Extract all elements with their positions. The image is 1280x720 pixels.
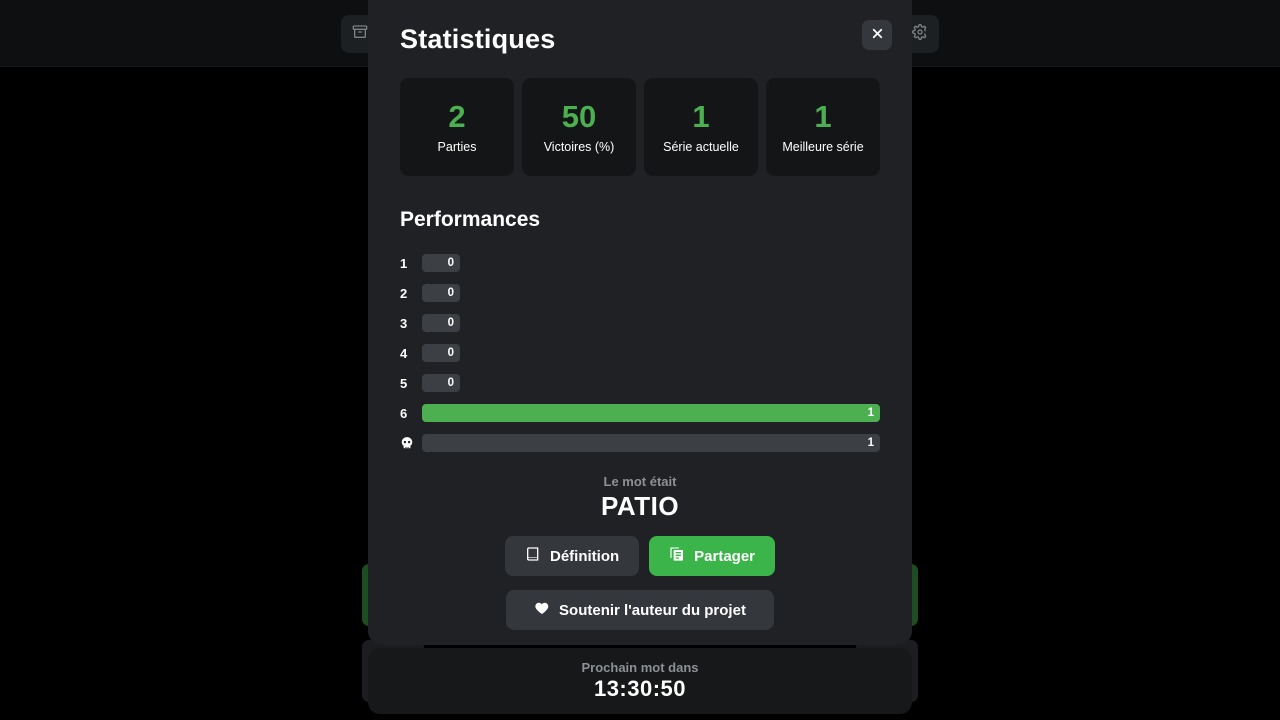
perf-bar: 0 — [422, 284, 460, 302]
stat-label: Parties — [437, 139, 477, 154]
modal-header: Statistiques — [400, 0, 892, 78]
perf-row-key: 1 — [400, 255, 408, 271]
close-icon — [871, 27, 884, 43]
stat-card-victoires: 50 Victoires (%) — [522, 78, 636, 176]
countdown-label: Prochain mot dans — [581, 660, 699, 675]
perf-count: 0 — [447, 287, 454, 299]
perf-bar: 0 — [422, 314, 460, 332]
page-title: Statistiques — [400, 23, 556, 54]
perf-row-track: 1 — [422, 434, 880, 452]
perf-row-key: 3 — [400, 315, 408, 331]
stat-value: 2 — [448, 98, 466, 134]
perf-bar: 0 — [422, 374, 460, 392]
perf-row-key: 6 — [400, 405, 408, 421]
statistics-modal: Statistiques 2 Parties 50 Victoires (%) … — [368, 0, 912, 645]
perf-bar: 0 — [422, 254, 460, 272]
stat-value: 1 — [814, 98, 832, 134]
stat-label: Meilleure série — [782, 139, 864, 154]
definition-label: Définition — [549, 547, 620, 565]
share-button[interactable]: Partager — [649, 536, 776, 576]
perf-row-track: 0 — [422, 284, 880, 302]
stats-summary: 2 Parties 50 Victoires (%) 1 Série actue… — [400, 78, 880, 176]
book-icon — [525, 546, 541, 566]
perf-count: 0 — [447, 377, 454, 389]
perf-bar: 1 — [422, 404, 880, 422]
close-button[interactable] — [862, 20, 892, 50]
stat-card-parties: 2 Parties — [400, 78, 514, 176]
stat-value: 50 — [561, 98, 597, 134]
share-label: Partager — [694, 547, 756, 565]
perf-count: 0 — [447, 317, 454, 329]
perf-row: 1 0 — [400, 248, 880, 278]
definition-button[interactable]: Définition — [504, 536, 640, 576]
word-reveal-value: PATIO — [600, 491, 680, 521]
word-reveal: Le mot était PATIO — [400, 474, 880, 522]
perf-row-key: 5 — [400, 375, 408, 391]
heart-icon — [534, 600, 550, 620]
word-reveal-prefix: Le mot était — [603, 474, 677, 489]
perf-row: 4 0 — [400, 338, 880, 368]
perf-bar: 0 — [422, 344, 460, 362]
stat-card-meilleure-serie: 1 Meilleure série — [766, 78, 880, 176]
copy-icon — [669, 546, 685, 566]
perf-row: 3 0 — [400, 308, 880, 338]
perf-count: 1 — [867, 437, 874, 449]
stat-label: Série actuelle — [663, 139, 739, 154]
perf-row-track: 0 — [422, 374, 880, 392]
gear-icon — [912, 23, 928, 45]
perf-row: 6 1 — [400, 398, 880, 428]
perf-count: 0 — [447, 257, 454, 269]
perf-row: 5 0 — [400, 368, 880, 398]
stat-label: Victoires (%) — [543, 139, 615, 154]
perf-row-track: 0 — [422, 344, 880, 362]
perf-count: 0 — [447, 347, 454, 359]
performances-heading: Performances — [400, 208, 541, 231]
primary-actions: Définition Partager — [400, 536, 880, 576]
next-word-countdown: Prochain mot dans 13:30:50 — [368, 648, 912, 714]
perf-row-track: 1 — [422, 404, 880, 422]
perf-row: 2 0 — [400, 278, 880, 308]
performances-chart: 1 0 2 0 3 0 4 0 5 0 6 1 1 — [400, 248, 880, 458]
perf-count: 1 — [867, 407, 874, 419]
countdown-timer: 13:30:50 — [593, 676, 687, 701]
perf-row-track: 0 — [422, 254, 880, 272]
perf-bar: 1 — [422, 434, 880, 452]
perf-row-lost: 1 — [400, 428, 880, 458]
perf-row-key: 4 — [400, 345, 408, 361]
stat-value: 1 — [692, 98, 710, 134]
stat-card-serie-actuelle: 1 Série actuelle — [644, 78, 758, 176]
perf-row-key: 2 — [400, 285, 408, 301]
perf-row-track: 0 — [422, 314, 880, 332]
support-author-button[interactable]: Soutenir l'auteur du projet — [506, 590, 774, 630]
app-root: Statistiques 2 Parties 50 Victoires (%) … — [0, 0, 1280, 720]
support-author-label: Soutenir l'auteur du projet — [559, 601, 746, 619]
archive-icon — [352, 24, 368, 45]
secondary-actions: Soutenir l'auteur du projet — [400, 590, 880, 630]
skull-icon — [400, 436, 422, 450]
